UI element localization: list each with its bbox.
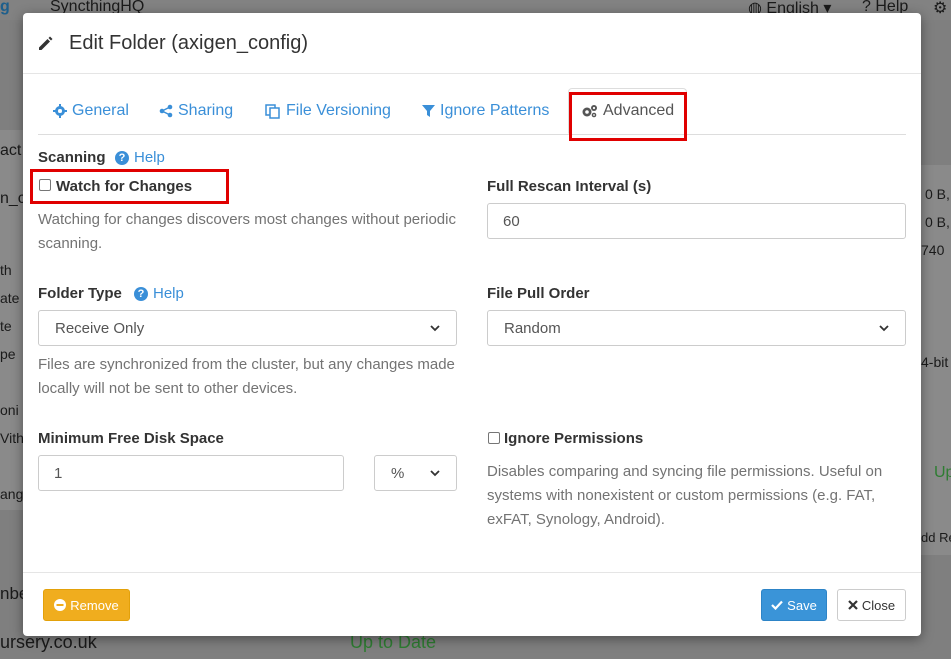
file-pull-order-selected-value: Random [504, 319, 561, 337]
share-icon [159, 104, 173, 118]
full-rescan-interval-label: Full Rescan Interval (s) [487, 178, 652, 195]
question-circle-icon: ? [134, 286, 148, 301]
save-button[interactable]: Save [761, 589, 827, 621]
background-fragment: Up [934, 464, 951, 481]
ignore-permissions-checkbox[interactable] [488, 432, 500, 444]
background-logo-fragment: g [0, 0, 10, 15]
full-rescan-interval-input[interactable]: 60 [487, 203, 906, 239]
remove-button-label: Remove [70, 597, 119, 613]
folder-type-description: Files are synchronized from the cluster,… [38, 356, 455, 397]
background-fragment: act [0, 142, 22, 159]
filter-icon [422, 105, 435, 117]
minimum-free-disk-space-input[interactable]: 1 [38, 455, 344, 491]
folder-type-help-text: Help [153, 285, 184, 302]
minus-circle-icon [54, 599, 67, 611]
close-button[interactable]: Close [837, 589, 906, 621]
chevron-down-icon [430, 324, 440, 331]
scanning-help-text: Help [134, 149, 165, 166]
tab-advanced[interactable]: Advanced [568, 88, 688, 134]
background-gear-icon: ⚙ [933, 0, 948, 17]
folder-type-help-link[interactable]: ? Help [134, 285, 184, 302]
tab-sharing-label: Sharing [178, 102, 234, 119]
tab-file-versioning[interactable]: File Versioning [265, 88, 391, 134]
folder-type-selected-value: Receive Only [55, 319, 145, 337]
file-pull-order-select[interactable]: Random [487, 310, 906, 346]
background-fragment: ang [0, 486, 24, 502]
pencil-icon [39, 36, 53, 50]
chevron-down-icon [430, 469, 440, 476]
tab-bar: General Sharing File Versioning Ignore P… [38, 88, 906, 135]
background-fragment: dd Re [921, 530, 951, 545]
background-fragment: 0 B, [925, 186, 950, 202]
background-fragment: oni [0, 402, 19, 418]
tab-general[interactable]: General [53, 88, 129, 134]
check-icon [771, 600, 783, 610]
tab-advanced-label: Advanced [603, 102, 675, 119]
tab-file-versioning-label: File Versioning [286, 102, 391, 119]
watch-for-changes-description: Watching for changes discovers most chan… [38, 211, 456, 252]
question-circle-icon: ? [115, 150, 129, 165]
watch-for-changes-checkbox[interactable] [39, 179, 51, 191]
edit-folder-dialog: Edit Folder (axigen_config) General Shar… [23, 13, 921, 636]
save-button-label: Save [787, 597, 817, 613]
gears-icon [582, 105, 597, 118]
folder-type-select[interactable]: Receive Only [38, 310, 457, 346]
minimum-free-disk-space-unit-select[interactable]: % [374, 455, 457, 491]
dialog-footer: Remove Save Close [23, 572, 921, 637]
ignore-permissions-description: Disables comparing and syncing file perm… [487, 463, 883, 528]
background-fragment: Vith [0, 430, 24, 446]
close-icon [848, 600, 858, 610]
background-fragment: 740 [921, 242, 945, 258]
tab-general-label: General [72, 102, 129, 119]
background-fragment: th [0, 262, 12, 278]
dialog-title: Edit Folder (axigen_config) [69, 32, 309, 54]
watch-for-changes-label[interactable]: Watch for Changes [56, 178, 192, 195]
close-button-label: Close [861, 597, 896, 613]
chevron-down-icon [879, 324, 889, 331]
background-fragment: ate [0, 290, 20, 306]
tab-ignore-patterns-label: Ignore Patterns [440, 102, 550, 119]
background-fragment: te [0, 318, 12, 334]
file-pull-order-label: File Pull Order [487, 285, 590, 302]
remove-button[interactable]: Remove [43, 589, 130, 621]
tab-sharing[interactable]: Sharing [159, 88, 233, 134]
background-fragment: pe [0, 346, 16, 362]
scanning-label: Scanning [38, 149, 106, 166]
gear-icon [53, 104, 67, 118]
minimum-free-disk-space-label: Minimum Free Disk Space [38, 430, 224, 447]
disk-space-unit-value: % [391, 464, 405, 482]
ignore-permissions-label[interactable]: Ignore Permissions [504, 430, 643, 447]
folder-type-label: Folder Type [38, 285, 122, 302]
dialog-header: Edit Folder (axigen_config) [23, 13, 921, 74]
copy-icon [265, 103, 280, 119]
background-fragment: n_c [0, 190, 26, 207]
background-fragment: 0 B, [925, 214, 950, 230]
background-fragment: 4-bit [921, 354, 949, 370]
scanning-help-link[interactable]: ? Help [115, 149, 165, 166]
tab-ignore-patterns[interactable]: Ignore Patterns [422, 88, 549, 134]
